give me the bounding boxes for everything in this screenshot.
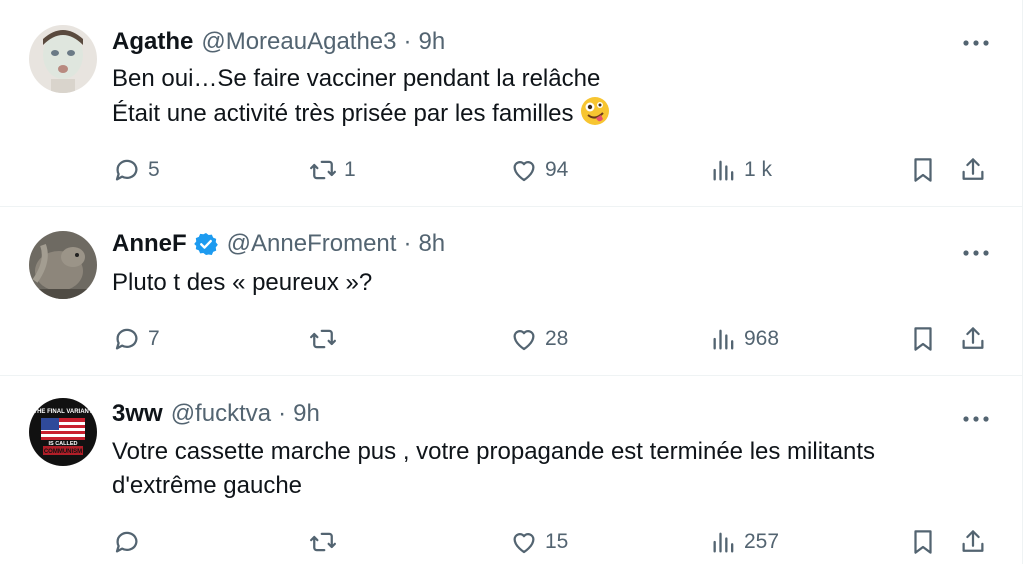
tweet-text-line: Était une activité très prisée par les f… — [112, 96, 992, 131]
tweet-actions: 15 257 — [0, 522, 1022, 562]
timestamp[interactable]: 9h — [293, 400, 320, 428]
avatar[interactable] — [29, 25, 97, 93]
display-name[interactable]: 3ww — [112, 400, 163, 428]
share-button[interactable] — [958, 150, 988, 190]
views-icon — [713, 160, 734, 181]
reply-button[interactable]: 5 — [112, 150, 160, 190]
views-button[interactable]: 257 — [710, 522, 779, 562]
reply-button[interactable] — [112, 522, 148, 562]
view-count: 968 — [744, 327, 780, 350]
repost-count: 1 — [344, 158, 356, 181]
avatar-text-middle: IS CALLED — [48, 441, 77, 447]
zany-face-emoji-icon — [580, 96, 610, 126]
avatar[interactable]: THE FINAL VARIANT IS CALLED COMMUNISM — [29, 398, 97, 466]
like-button[interactable]: 28 — [509, 319, 568, 359]
views-button[interactable]: 1 k — [710, 150, 772, 190]
tweet-3ww[interactable]: THE FINAL VARIANT IS CALLED COMMUNISM 3w… — [0, 376, 1022, 564]
tweet-text: Votre cassette marche pus , votre propag… — [112, 435, 992, 503]
display-name[interactable]: AnneF — [112, 230, 187, 258]
bookmark-button[interactable] — [908, 150, 938, 190]
tweet-header: AnneF @AnneFroment · 8h — [112, 227, 445, 261]
repost-button[interactable] — [308, 522, 344, 562]
avatar-text-top: THE FINAL VARIANT — [33, 409, 92, 415]
like-icon — [513, 161, 535, 182]
views-icon — [713, 532, 734, 553]
tweet-text-line: Votre cassette marche pus , votre propag… — [112, 438, 876, 465]
share-button[interactable] — [958, 319, 988, 359]
bookmark-icon — [914, 327, 932, 351]
tweet-text-segment: Était une activité très prisée par les f… — [112, 100, 574, 127]
share-icon — [962, 158, 984, 180]
reply-feed: Agathe @MoreauAgathe3 · 9h Ben oui…Se fa… — [0, 0, 1023, 564]
view-count: 257 — [744, 530, 780, 553]
user-handle[interactable]: @MoreauAgathe3 — [201, 28, 396, 56]
tweet-header: Agathe @MoreauAgathe3 · 9h — [112, 25, 445, 59]
tweet-text-line: Ben oui…Se faire vacciner pendant la rel… — [112, 65, 601, 92]
like-count: 15 — [545, 530, 569, 553]
user-handle[interactable]: @AnneFroment — [227, 230, 397, 258]
share-icon — [962, 530, 984, 552]
more-icon[interactable] — [961, 28, 991, 58]
like-count: 94 — [545, 158, 569, 181]
tweet-agathe[interactable]: Agathe @MoreauAgathe3 · 9h Ben oui…Se fa… — [0, 0, 1022, 207]
tweet-actions: 5 1 94 1 k — [0, 150, 1022, 190]
reply-button[interactable]: 7 — [112, 319, 160, 359]
like-button[interactable]: 94 — [509, 150, 568, 190]
bookmark-button[interactable] — [908, 522, 938, 562]
avatar-flag — [41, 418, 85, 440]
repost-icon — [310, 532, 336, 552]
share-icon — [962, 327, 984, 349]
more-icon[interactable] — [961, 238, 991, 268]
avatar-text-bottom: COMMUNISM — [44, 449, 82, 455]
tweet-text-line: d'extrême gauche — [112, 472, 303, 499]
separator: · — [278, 400, 287, 427]
reply-count: 7 — [148, 327, 160, 350]
like-icon — [513, 533, 535, 554]
reply-icon — [115, 159, 138, 181]
reply-count: 5 — [148, 158, 160, 181]
views-button[interactable]: 968 — [710, 319, 779, 359]
bookmark-icon — [914, 530, 932, 554]
like-count: 28 — [545, 327, 569, 350]
tweet-text: Pluto t des « peureux »? — [112, 266, 992, 300]
separator: · — [403, 28, 412, 55]
bookmark-icon — [914, 158, 932, 182]
bookmark-button[interactable] — [908, 319, 938, 359]
avatar[interactable] — [29, 231, 97, 299]
view-count: 1 k — [744, 158, 773, 181]
like-icon — [513, 330, 535, 351]
reply-icon — [115, 531, 138, 553]
separator: · — [403, 230, 412, 257]
tweet-text-line: Pluto t des « peureux »? — [112, 269, 373, 296]
repost-icon — [310, 329, 336, 349]
more-icon[interactable] — [961, 404, 991, 434]
views-icon — [713, 329, 734, 350]
repost-button[interactable]: 1 — [308, 150, 356, 190]
repost-icon — [310, 160, 336, 180]
reply-icon — [115, 328, 138, 350]
tweet-header: 3ww @fucktva · 9h — [112, 397, 320, 431]
tweet-text: Ben oui…Se faire vacciner pendant la rel… — [112, 62, 992, 131]
user-handle[interactable]: @fucktva — [171, 400, 271, 428]
tweet-actions: 7 28 968 — [0, 319, 1022, 359]
share-button[interactable] — [958, 522, 988, 562]
repost-button[interactable] — [308, 319, 344, 359]
like-button[interactable]: 15 — [509, 522, 568, 562]
verified-badge-icon — [193, 231, 219, 257]
timestamp[interactable]: 8h — [418, 230, 445, 258]
tweet-annef[interactable]: AnneF @AnneFroment · 8h Pluto t des « pe… — [0, 207, 1022, 376]
timestamp[interactable]: 9h — [419, 28, 446, 56]
display-name[interactable]: Agathe — [112, 28, 193, 56]
